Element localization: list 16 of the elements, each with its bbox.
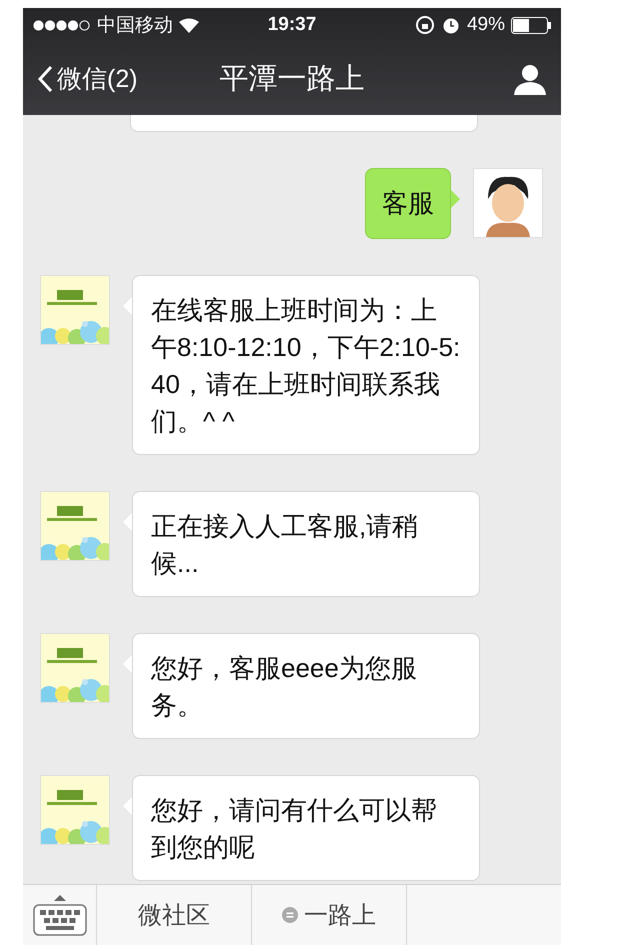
rotation-lock-icon: [414, 15, 435, 35]
keyboard-icon: [32, 893, 88, 937]
battery-percent: 49%: [466, 14, 506, 36]
chat-title: 平潭一路上: [220, 62, 364, 96]
clock-time: 19:37: [268, 14, 316, 36]
submenu-icon: [282, 907, 298, 923]
menu-tab[interactable]: 微社区: [97, 885, 252, 945]
battery-icon: [511, 16, 552, 34]
menu-tab[interactable]: 一路上: [252, 885, 407, 945]
signal-icon: [33, 20, 91, 30]
back-chevron-icon: [37, 64, 53, 92]
user-avatar: [473, 168, 543, 238]
wifi-icon: [179, 18, 199, 32]
carrier-name: 中国移动: [97, 14, 173, 38]
back-button[interactable]: 微信(2): [37, 62, 220, 95]
profile-icon[interactable]: [513, 62, 547, 94]
